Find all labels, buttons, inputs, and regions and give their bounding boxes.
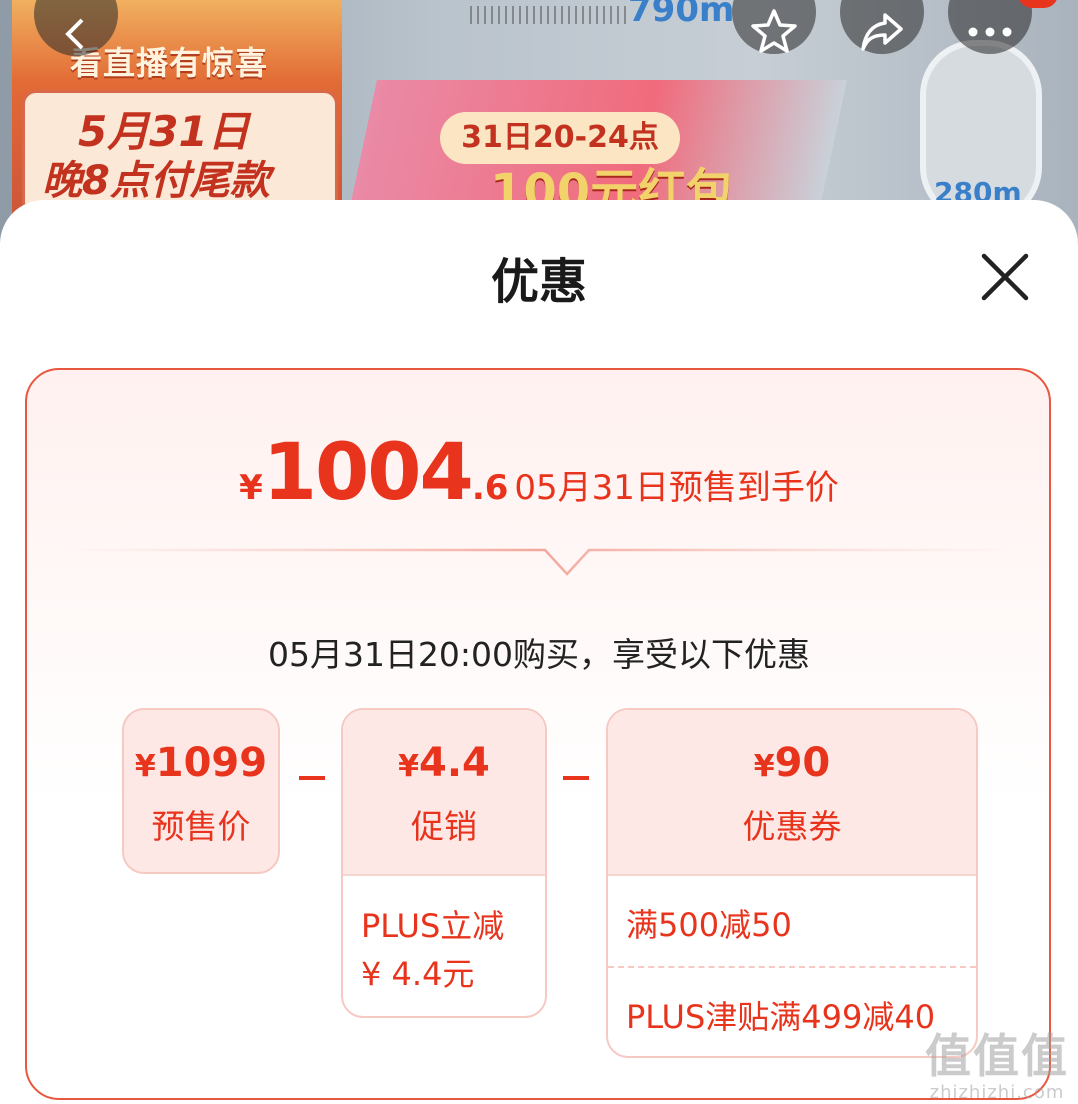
close-button[interactable] [972,244,1038,310]
site-watermark: 值值值 zhizhizhi.com [925,1020,1069,1103]
presale-price-head: ¥1099 预售价 [124,710,278,848]
watermark-url: zhizhizhi.com [929,1082,1065,1103]
promotion-label: 促销 [411,807,477,846]
presale-price-box: ¥1099 预售价 [122,708,280,874]
promotion-detail-line: ¥ 4.4元 [361,955,475,993]
presale-value: 1099 [155,740,268,786]
watermark-logo: 值值值 [925,1029,1069,1083]
presale-label: 预售价 [151,807,251,846]
price-currency: ¥ [239,468,263,508]
purchase-note: 05月31日20:00购买，享受以下优惠 [267,635,811,674]
final-price: ¥1004.6 05月31日预售到手价 [27,428,1051,518]
promotion-box[interactable]: ¥4.4 促销 PLUS立减 ¥ 4.4元 [341,708,547,1018]
promotion-value: 4.4 [419,740,490,786]
close-icon [981,253,1029,301]
coupon-amount: ¥90 [608,710,976,786]
coupon-head: ¥90 优惠券 [608,710,976,876]
coupon-currency: ¥ [753,749,775,784]
share-icon [861,13,903,51]
more-dots-icon [968,27,1012,37]
price-card: ¥1004.6 05月31日预售到手价 05月31日20:00购买，享受以下优惠 … [25,368,1051,1100]
banner-pay-time: 晚8点付尾款 [42,158,270,204]
price-integer: 1004 [262,428,474,518]
coupon-detail-line: 满500减50 [626,906,792,944]
coupon-detail-line: PLUS津贴满499减40 [608,966,976,1056]
banner-ruler [470,6,630,24]
chevron-left-icon [65,18,84,50]
coupon-value: 90 [774,740,831,786]
favorite-button[interactable] [732,0,816,54]
divider-with-notch [57,548,1021,576]
promotion-detail: PLUS立减 ¥ 4.4元 [343,876,545,998]
minus-sign [299,776,325,780]
price-label: 05月31日预售到手价 [514,468,839,508]
star-icon [751,9,797,53]
coupon-label: 优惠券 [742,807,842,846]
presale-currency: ¥ [134,749,156,784]
sheet-title: 优惠 [490,254,587,310]
presale-amount: ¥1099 [124,710,278,786]
promotion-head: ¥4.4 促销 [343,710,545,876]
banner-spec-top: 790m [628,0,735,30]
discount-sheet: 优惠 ¥1004.6 05月31日预售到手价 05月31日20:00购买，享受以下… [0,200,1078,1104]
promotion-amount: ¥4.4 [343,710,545,786]
promotion-detail-line: PLUS立减 [361,907,505,945]
price-decimal: .6 [471,468,509,508]
minus-sign [563,776,589,780]
share-button[interactable] [840,0,924,54]
promotion-currency: ¥ [398,749,419,784]
coupon-box[interactable]: ¥90 优惠券 满500减50 PLUS津贴满499减40 [606,708,978,1058]
